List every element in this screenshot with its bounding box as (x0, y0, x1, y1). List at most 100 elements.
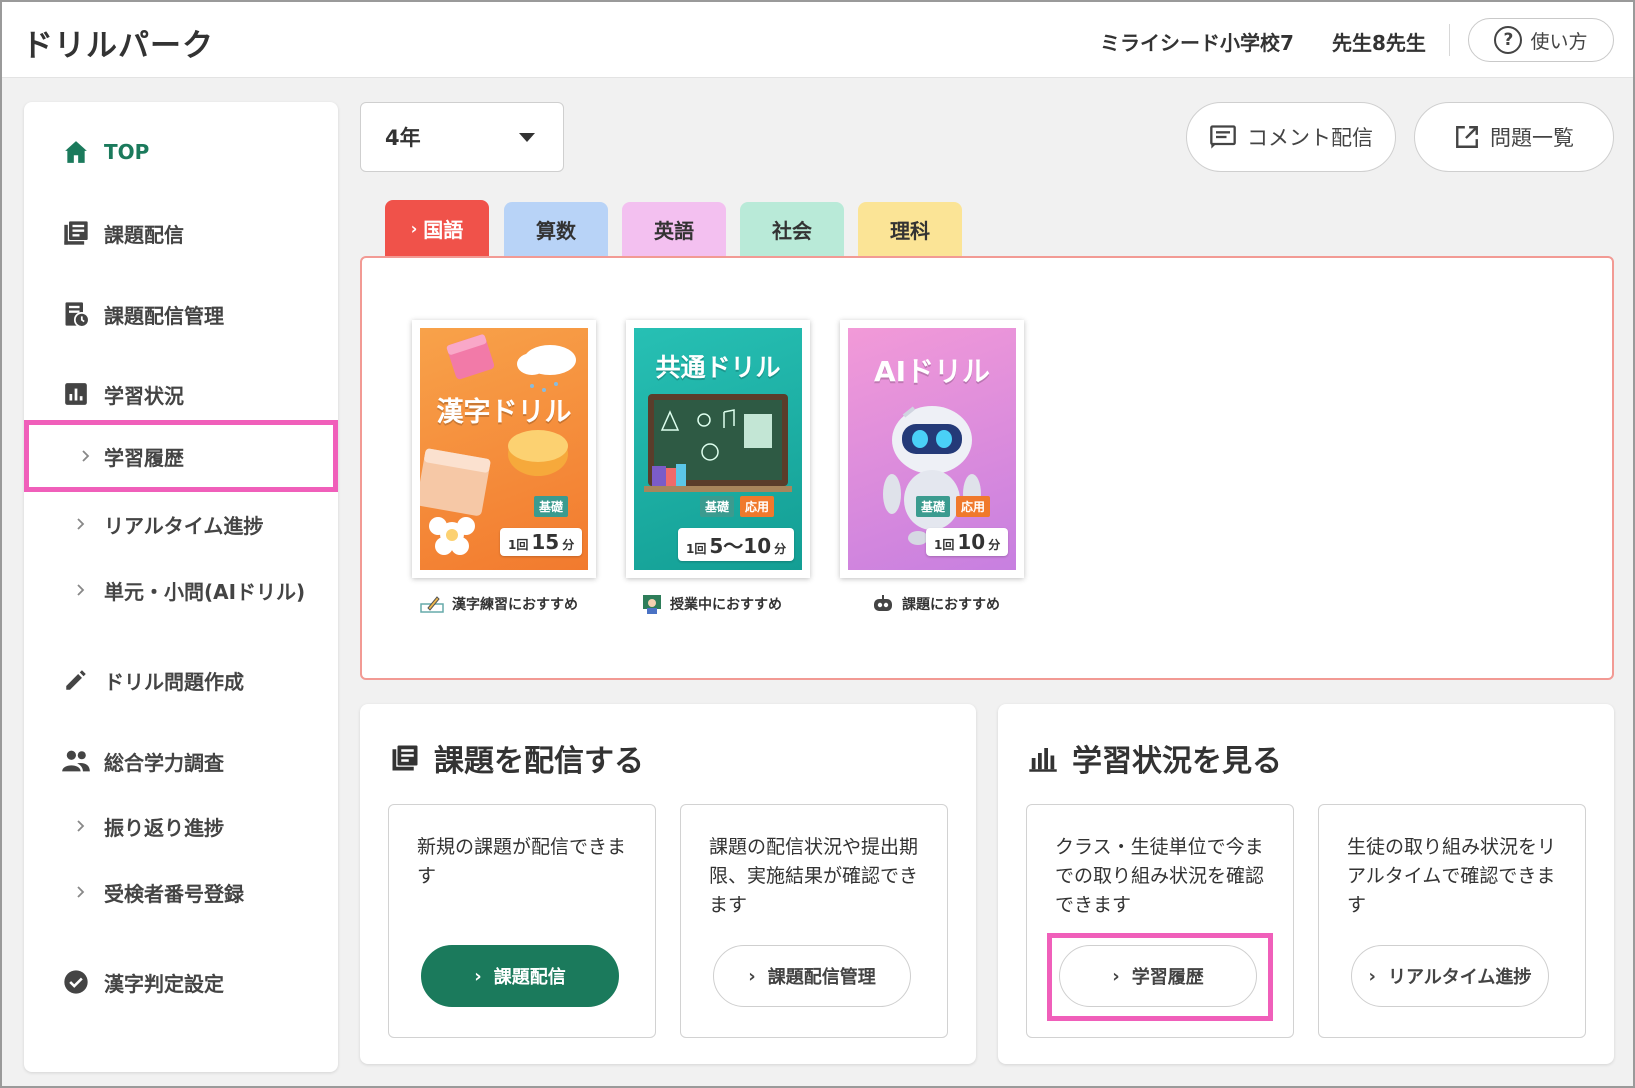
sidebar-item-label: リアルタイム進捗 (104, 513, 264, 538)
tab-label: 英語 (654, 218, 694, 243)
robot-icon (874, 595, 892, 611)
tab-rika[interactable]: 理科 (858, 202, 962, 256)
sidebar-subitem-study-history[interactable]: 学習履歴 (24, 420, 338, 492)
time-value: 5〜10 (709, 534, 772, 558)
check-circle-icon (60, 966, 92, 998)
chevron-right-icon: › (748, 965, 756, 987)
assignment-clock-icon (60, 298, 92, 330)
sidebar-item-label: 学習状況 (104, 383, 184, 408)
app-logo[interactable]: ドリルパーク (22, 20, 214, 65)
help-button[interactable]: ? 使い方 (1468, 18, 1614, 62)
tab-label: 社会 (772, 218, 812, 243)
question-icon: ? (1494, 26, 1523, 54)
sidebar-item-label: 課題配信 (104, 222, 184, 247)
bar-chart-icon (1029, 748, 1057, 772)
problem-list-button[interactable]: 問題一覧 (1414, 102, 1614, 172)
tab-sansu[interactable]: 算数 (504, 202, 608, 256)
sidebar-item-kanji-setting[interactable]: 漢字判定設定 (24, 954, 338, 1010)
highlight-box (1047, 933, 1273, 1021)
drill-badges: 基礎 応用 (916, 496, 991, 517)
tab-kokugo[interactable]: › 国語 (385, 200, 489, 256)
common-drill-card[interactable]: 共通ドリル 基礎 応用 1回 5〜10 分 (626, 320, 810, 578)
chevron-right-icon: › (410, 218, 418, 238)
sidebar-item-study-status[interactable]: 学習状況 (24, 366, 338, 422)
sidebar-item-create-drill[interactable]: ドリル問題作成 (24, 652, 338, 708)
drill-title: 漢字ドリル (436, 397, 572, 428)
sidebar-item-label: 課題配信管理 (104, 303, 224, 328)
tab-shakai[interactable]: 社会 (740, 202, 844, 256)
time-value: 10 (957, 530, 986, 554)
teacher-name: 先生8先生 (1332, 31, 1426, 55)
sidebar-item-label: 受検者番号登録 (104, 881, 244, 906)
time-unit: 分 (988, 538, 1001, 552)
drill-panel: 漢字ドリル 基礎 1回 15 分 漢字練習におすすめ 共通ドリル 基礎 応用 1… (360, 256, 1614, 680)
level-badge: 基礎 (700, 496, 735, 517)
sidebar-item-assign-manage[interactable]: 課題配信管理 (24, 286, 338, 342)
assign-section: 課題を配信する 新規の課題が配信できます › 課題配信 課題の配信状況や提出期限… (360, 704, 976, 1064)
tab-label: 理科 (890, 218, 930, 243)
kanji-drill-card[interactable]: 漢字ドリル 基礎 1回 15 分 (412, 320, 596, 578)
top-header: ドリルパーク ミライシード小学校7 先生8先生 ? 使い方 (2, 2, 1633, 78)
common-drill-caption: 授業中におすすめ (642, 594, 882, 614)
sidebar-item-label: 学習履歴 (104, 445, 184, 470)
kanji-drill-caption: 漢字練習におすすめ (420, 594, 660, 614)
drill-time: 1回 10 分 (926, 528, 1009, 556)
comment-icon (1210, 125, 1236, 149)
realtime-button[interactable]: › リアルタイム進捗 (1351, 945, 1549, 1007)
button-label: リアルタイム進捗 (1387, 967, 1532, 988)
drill-badges: 基礎 応用 (700, 496, 775, 517)
sidebar-subitem-realtime[interactable]: リアルタイム進捗 (24, 498, 338, 550)
ai-drill-caption: 課題におすすめ (872, 594, 1112, 614)
kanji-drill-cover: 漢字ドリル 基礎 1回 15 分 (420, 328, 588, 570)
section-title: 課題を配信する (390, 736, 644, 780)
tab-label: 算数 (536, 218, 576, 243)
chevron-right-icon (77, 820, 85, 832)
sidebar-subitem-examinee-register[interactable]: 受検者番号登録 (24, 866, 338, 918)
button-label: 課題配信 (493, 967, 566, 988)
writing-icon (420, 596, 444, 613)
ai-drill-cover: AIドリル 基礎 応用 1回 10 分 (848, 328, 1016, 570)
time-prefix: 1回 (934, 538, 955, 552)
tab-label: 国語 (423, 217, 464, 242)
assign-manage-card: 課題の配信状況や提出期限、実施結果が確認できます › 課題配信管理 (680, 804, 948, 1038)
button-label: 課題配信管理 (767, 967, 876, 988)
common-drill-cover: 共通ドリル 基礎 応用 1回 5〜10 分 (634, 328, 802, 570)
help-label: 使い方 (1530, 30, 1588, 53)
study-history-card: クラス・生徒単位で今までの取り組み状況を確認できます › 学習履歴 (1026, 804, 1294, 1038)
level-badge: 応用 (740, 496, 775, 517)
level-badge: 基礎 (534, 496, 569, 517)
drill-title: AIドリル (873, 355, 991, 388)
assign-new-card: 新規の課題が配信できます › 課題配信 (388, 804, 656, 1038)
assign-button[interactable]: › 課題配信 (421, 945, 619, 1007)
app-frame: ドリルパーク ミライシード小学校7 先生8先生 ? 使い方 TOP 課題配信 課… (0, 0, 1635, 1088)
teacher-icon (643, 595, 661, 614)
drill-badges: 基礎 (534, 496, 569, 517)
card-description: 新規の課題が配信できます (417, 836, 627, 887)
status-section: 学習状況を見る クラス・生徒単位で今までの取り組み状況を確認できます › 学習履… (998, 704, 1614, 1064)
caption-text: 課題におすすめ (902, 597, 1000, 613)
sidebar-item-assign[interactable]: 課題配信 (24, 205, 338, 261)
sidebar-item-label: 振り返り進捗 (104, 815, 224, 840)
time-prefix: 1回 (686, 542, 707, 556)
sidebar-subitem-unit-ai[interactable]: 単元・小問(AIドリル) (24, 564, 338, 616)
home-icon (60, 136, 92, 168)
grade-select[interactable]: 4年 (360, 102, 564, 172)
sidebar-item-label: 総合学力調査 (104, 750, 224, 775)
assign-manage-button[interactable]: › 課題配信管理 (713, 945, 911, 1007)
sidebar-subitem-review-progress[interactable]: 振り返り進捗 (24, 800, 338, 852)
sidebar-item-top[interactable]: TOP (24, 124, 338, 180)
tab-eigo[interactable]: 英語 (622, 202, 726, 256)
sidebar-item-survey[interactable]: 総合学力調査 (24, 733, 338, 789)
chevron-right-icon: › (474, 965, 482, 987)
sidebar-item-label: 漢字判定設定 (104, 971, 224, 996)
caret-down-icon (519, 133, 535, 142)
caption-text: 授業中におすすめ (670, 597, 782, 613)
level-badge: 応用 (956, 496, 991, 517)
level-badge: 基礎 (916, 496, 951, 517)
external-link-icon (1456, 126, 1478, 148)
ai-drill-card[interactable]: AIドリル 基礎 応用 1回 10 分 (840, 320, 1024, 578)
section-title-text: 課題を配信する (434, 744, 644, 779)
comment-send-button[interactable]: コメント配信 (1186, 102, 1396, 172)
caption-text: 漢字練習におすすめ (452, 597, 578, 613)
problem-list-label: 問題一覧 (1490, 126, 1574, 150)
